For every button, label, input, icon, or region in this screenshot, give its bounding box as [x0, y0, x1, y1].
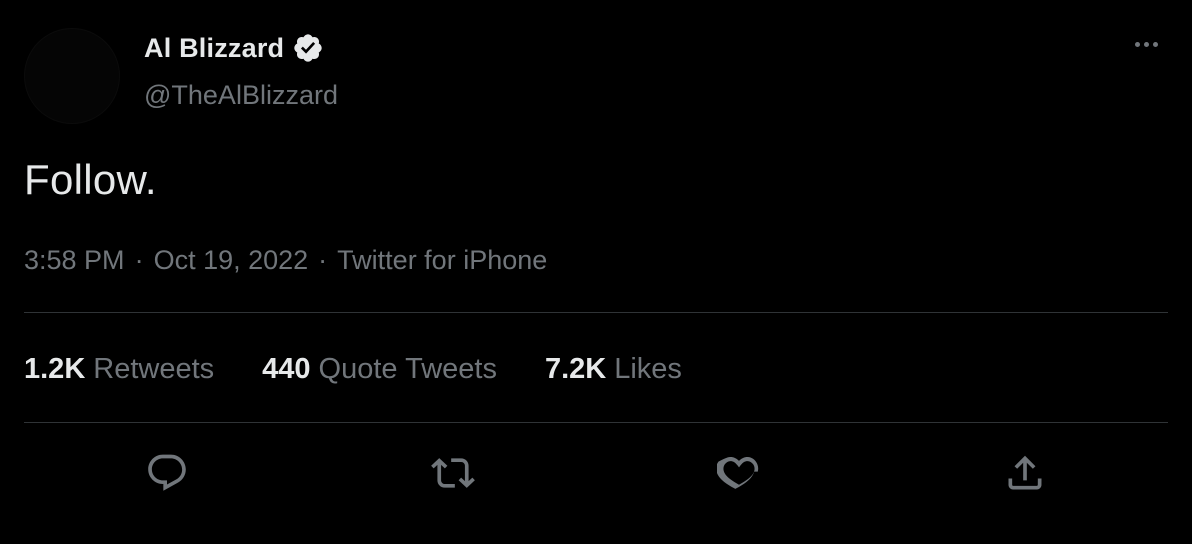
quote-tweets-count: 440 [262, 353, 311, 385]
share-icon [1008, 455, 1042, 490]
verified-badge-icon [294, 34, 322, 62]
tweet-date[interactable]: Oct 19, 2022 [154, 245, 309, 276]
retweet-icon [431, 458, 475, 488]
heart-icon [717, 456, 759, 489]
likes-stat[interactable]: 7.2K Likes [545, 353, 682, 386]
engagement-stats: 1.2K Retweets 440 Quote Tweets 7.2K Like… [24, 353, 682, 386]
meta-separator: · [134, 245, 144, 275]
quote-tweets-stat[interactable]: 440 Quote Tweets [262, 353, 497, 386]
like-button[interactable] [714, 448, 764, 498]
divider [24, 422, 1168, 423]
retweets-count: 1.2K [24, 353, 86, 385]
tweet-text: Follow. [24, 156, 157, 203]
retweets-label: Retweets [93, 353, 215, 385]
share-button[interactable] [1000, 448, 1050, 498]
retweets-stat[interactable]: 1.2K Retweets [24, 353, 214, 386]
retweet-button[interactable] [428, 448, 478, 498]
tweet-time[interactable]: 3:58 PM [24, 245, 125, 276]
dot [1143, 41, 1149, 47]
more-options-icon[interactable] [1128, 30, 1164, 58]
avatar[interactable] [24, 28, 120, 124]
reply-icon [148, 454, 186, 491]
likes-count: 7.2K [544, 353, 607, 385]
author-display-name[interactable]: Al Blizzard [144, 33, 284, 64]
dot [1152, 41, 1158, 47]
meta-separator: · [318, 245, 328, 275]
likes-label: Likes [614, 353, 682, 385]
divider [24, 312, 1168, 313]
action-bar [0, 448, 1192, 498]
tweet-source[interactable]: Twitter for iPhone [337, 245, 547, 276]
tweet-meta: 3:58 PM · Oct 19, 2022 · Twitter for iPh… [24, 245, 547, 276]
quote-tweets-label: Quote Tweets [318, 353, 497, 385]
author-name-row: Al Blizzard [144, 32, 324, 64]
dot [1134, 41, 1140, 47]
reply-button[interactable] [142, 448, 192, 498]
author-handle[interactable]: @TheAlBlizzard [144, 80, 338, 111]
